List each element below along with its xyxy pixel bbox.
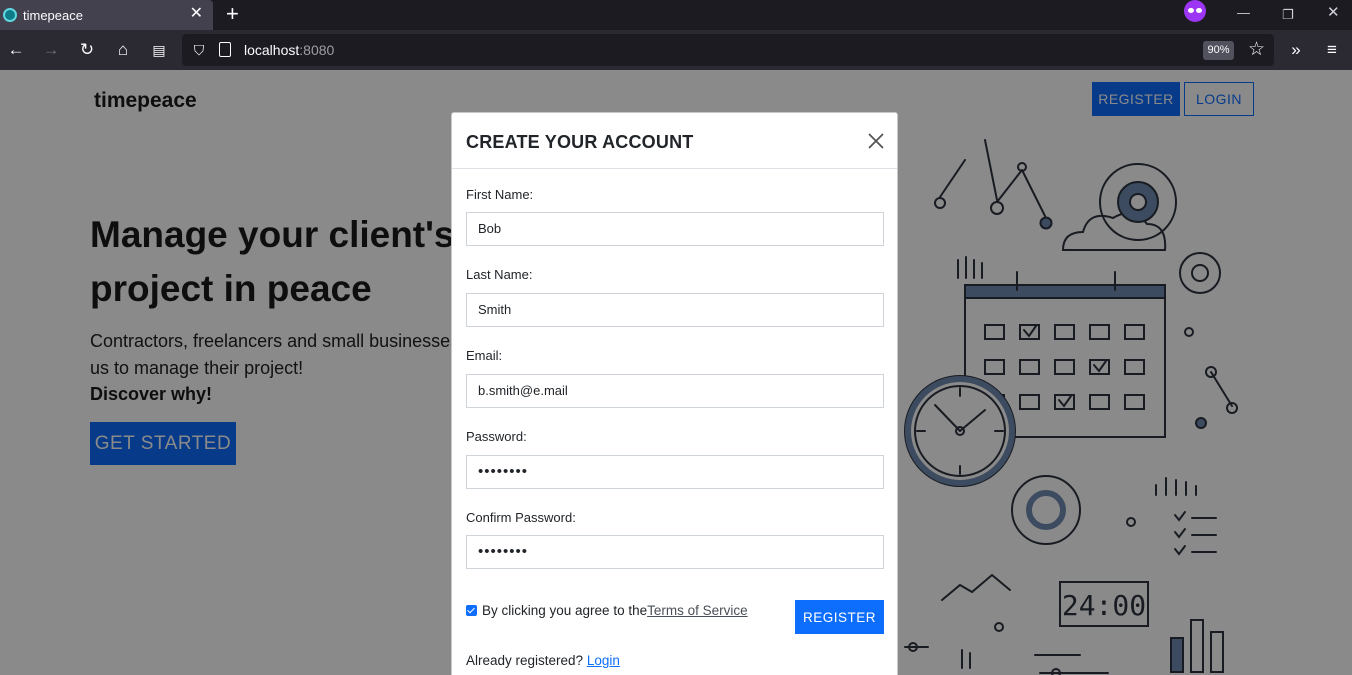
terms-text: By clicking you agree to the xyxy=(482,603,648,618)
terms-row: By clicking you agree to the Terms of Se… xyxy=(466,603,748,618)
browser-tab-strip: timepeace ✕ + — ❐ ✕ xyxy=(0,0,1352,30)
terms-of-service-link[interactable]: Terms of Service xyxy=(647,603,748,618)
zoom-level-badge[interactable]: 90% xyxy=(1203,41,1234,60)
home-icon[interactable]: ⌂ xyxy=(113,40,133,60)
address-bar[interactable]: ⛉ localhost:8080 90% ☆ xyxy=(182,34,1274,66)
register-submit-button[interactable]: REGISTER xyxy=(795,600,884,634)
password-label: Password: xyxy=(466,429,527,444)
first-name-label: First Name: xyxy=(466,187,534,202)
last-name-input[interactable]: Smith xyxy=(466,293,884,327)
page-info-icon[interactable] xyxy=(219,42,231,57)
overflow-chevron-icon[interactable]: » xyxy=(1286,40,1306,60)
confirm-password-input[interactable]: •••••••• xyxy=(466,535,884,569)
private-mask-icon[interactable] xyxy=(1184,0,1206,22)
url-text[interactable]: localhost:8080 xyxy=(244,42,334,58)
login-link[interactable]: Login xyxy=(587,653,620,668)
bookmark-star-icon[interactable]: ☆ xyxy=(1248,39,1265,61)
back-icon[interactable]: ← xyxy=(6,40,26,60)
first-name-input[interactable]: Bob xyxy=(466,212,884,246)
menu-hamburger-icon[interactable]: ≡ xyxy=(1322,40,1342,60)
new-tab-icon[interactable]: + xyxy=(226,2,239,26)
site-favicon-icon xyxy=(3,8,17,22)
modal-header: CREATE YOUR ACCOUNT xyxy=(452,113,897,169)
web-page: timepeace REGISTER LOGIN Manage your cli… xyxy=(0,70,1352,675)
browser-tab[interactable]: timepeace ✕ xyxy=(0,0,213,30)
terms-checkbox[interactable] xyxy=(466,605,477,616)
tab-title: timepeace xyxy=(23,7,83,23)
modal-title: CREATE YOUR ACCOUNT xyxy=(466,132,694,152)
tracking-shield-icon[interactable]: ⛉ xyxy=(190,41,208,59)
confirm-password-label: Confirm Password: xyxy=(466,510,576,525)
already-registered-text: Already registered? xyxy=(466,653,587,668)
email-input[interactable]: b.smith@e.mail xyxy=(466,374,884,408)
tab-close-icon[interactable]: ✕ xyxy=(190,6,203,22)
reader-view-icon[interactable]: ▤ xyxy=(149,40,169,60)
forward-icon[interactable]: → xyxy=(41,40,61,60)
create-account-modal: CREATE YOUR ACCOUNT First Name: Bob Last… xyxy=(451,112,898,675)
reload-icon[interactable]: ↻ xyxy=(77,40,97,60)
browser-toolbar: ← → ↻ ⌂ ▤ ⛉ localhost:8080 90% ☆ » ≡ xyxy=(0,30,1352,70)
modal-close-icon[interactable] xyxy=(866,131,886,151)
password-input[interactable]: •••••••• xyxy=(466,455,884,489)
last-name-label: Last Name: xyxy=(466,267,533,282)
already-registered: Already registered? Login xyxy=(466,653,620,668)
email-label: Email: xyxy=(466,348,503,363)
